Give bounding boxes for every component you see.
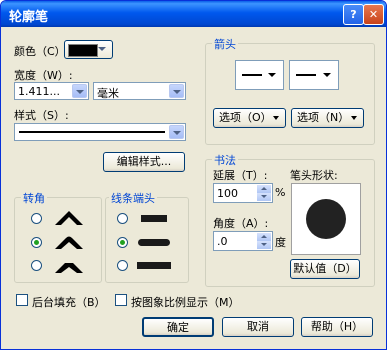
stretch-unit: % [275,186,286,199]
close-icon[interactable]: ✕ [363,4,384,25]
color-picker-button[interactable] [64,40,113,59]
edit-style-button[interactable]: 编辑样式... [103,152,185,172]
line-style-preview [19,131,165,133]
angle-spinner[interactable] [257,233,271,249]
calligraphy-title: 书法 [212,152,238,168]
color-label: 颜色（C）: [14,45,70,58]
chevron-down-icon [95,42,110,56]
line-caps-title: 线条端头 [109,190,157,206]
width-label: 宽度（W）: [14,69,73,82]
butt-cap-icon [141,215,167,222]
start-arrow-select[interactable] [235,60,284,90]
bevel-corner-icon [55,263,83,273]
corner-bevel-radio[interactable] [31,260,42,271]
behind-fill-checkbox[interactable] [16,294,28,306]
cap-square-radio[interactable] [117,260,128,271]
chevron-down-icon [268,73,276,77]
stretch-input[interactable]: 100 [213,183,273,203]
spin-down-icon [257,193,271,201]
nib-shape-label: 笔头形状: [290,169,338,182]
scale-with-image-label: 按图象比例显示（M） [131,296,240,309]
title-bar: 轮廓笔 ? ✕ [1,1,386,27]
help-icon[interactable]: ? [343,4,364,25]
line-preview [242,74,262,76]
corner-miter-radio[interactable] [31,213,42,224]
end-arrow-options-button[interactable]: 选项（N） [291,108,364,128]
angle-input[interactable]: .0 [213,231,273,251]
width-select[interactable]: 1.411... [14,82,89,100]
stretch-value: 100 [217,187,238,200]
cancel-button[interactable]: 取消 [222,317,294,337]
chevron-down-icon [351,116,357,120]
chevron-down-icon [169,84,184,98]
nib-circle [306,199,346,239]
angle-label: 角度（A）: [213,217,269,230]
line-style-select[interactable] [14,123,186,141]
default-button[interactable]: 默认值（D） [290,259,360,279]
cap-butt-radio[interactable] [117,213,128,224]
width-unit: 毫米 [97,87,119,100]
stretch-label: 延展（T）: [213,169,268,182]
window-title: 轮廓笔 [9,10,49,25]
start-arrow-options-button[interactable]: 选项（O） [213,108,286,128]
behind-fill-label: 后台填充（B） [32,296,106,309]
cap-round-radio[interactable] [117,237,128,248]
outline-pen-dialog: 轮廓笔 ? ✕ 颜色（C）: 宽度（W）: 1.411... 毫米 样式（S）:… [0,0,387,350]
chevron-down-icon [323,73,331,77]
help-button[interactable]: 帮助（H） [301,317,373,337]
stretch-spinner[interactable] [257,185,271,201]
corner-round-radio[interactable] [31,237,42,248]
arrows-title: 箭头 [212,36,238,52]
round-corner-icon [55,236,83,249]
button-label: 选项（O） [219,111,272,124]
corners-title: 转角 [21,190,47,206]
chevron-down-icon [273,116,279,120]
chevron-down-icon [169,125,184,139]
arrows-group [205,43,375,145]
end-arrow-select[interactable] [289,60,339,90]
width-unit-select[interactable]: 毫米 [93,82,186,100]
chevron-down-icon [72,84,87,98]
angle-unit: 度 [275,236,286,249]
scale-with-image-checkbox[interactable] [115,294,127,306]
round-cap-icon [138,239,170,246]
nib-shape-preview[interactable] [291,183,361,255]
ok-button[interactable]: 确定 [142,317,214,337]
color-swatch [68,44,98,57]
button-label: 选项（N） [297,111,350,124]
style-label: 样式（S）: [14,109,69,122]
corner-style-icons [55,211,83,273]
width-value: 1.411... [18,85,60,98]
miter-corner-icon [55,211,83,225]
spin-up-icon [257,233,271,241]
spin-up-icon [257,185,271,193]
spin-down-icon [257,241,271,249]
line-preview [296,74,316,76]
square-cap-icon [137,262,171,269]
angle-value: .0 [217,235,228,248]
